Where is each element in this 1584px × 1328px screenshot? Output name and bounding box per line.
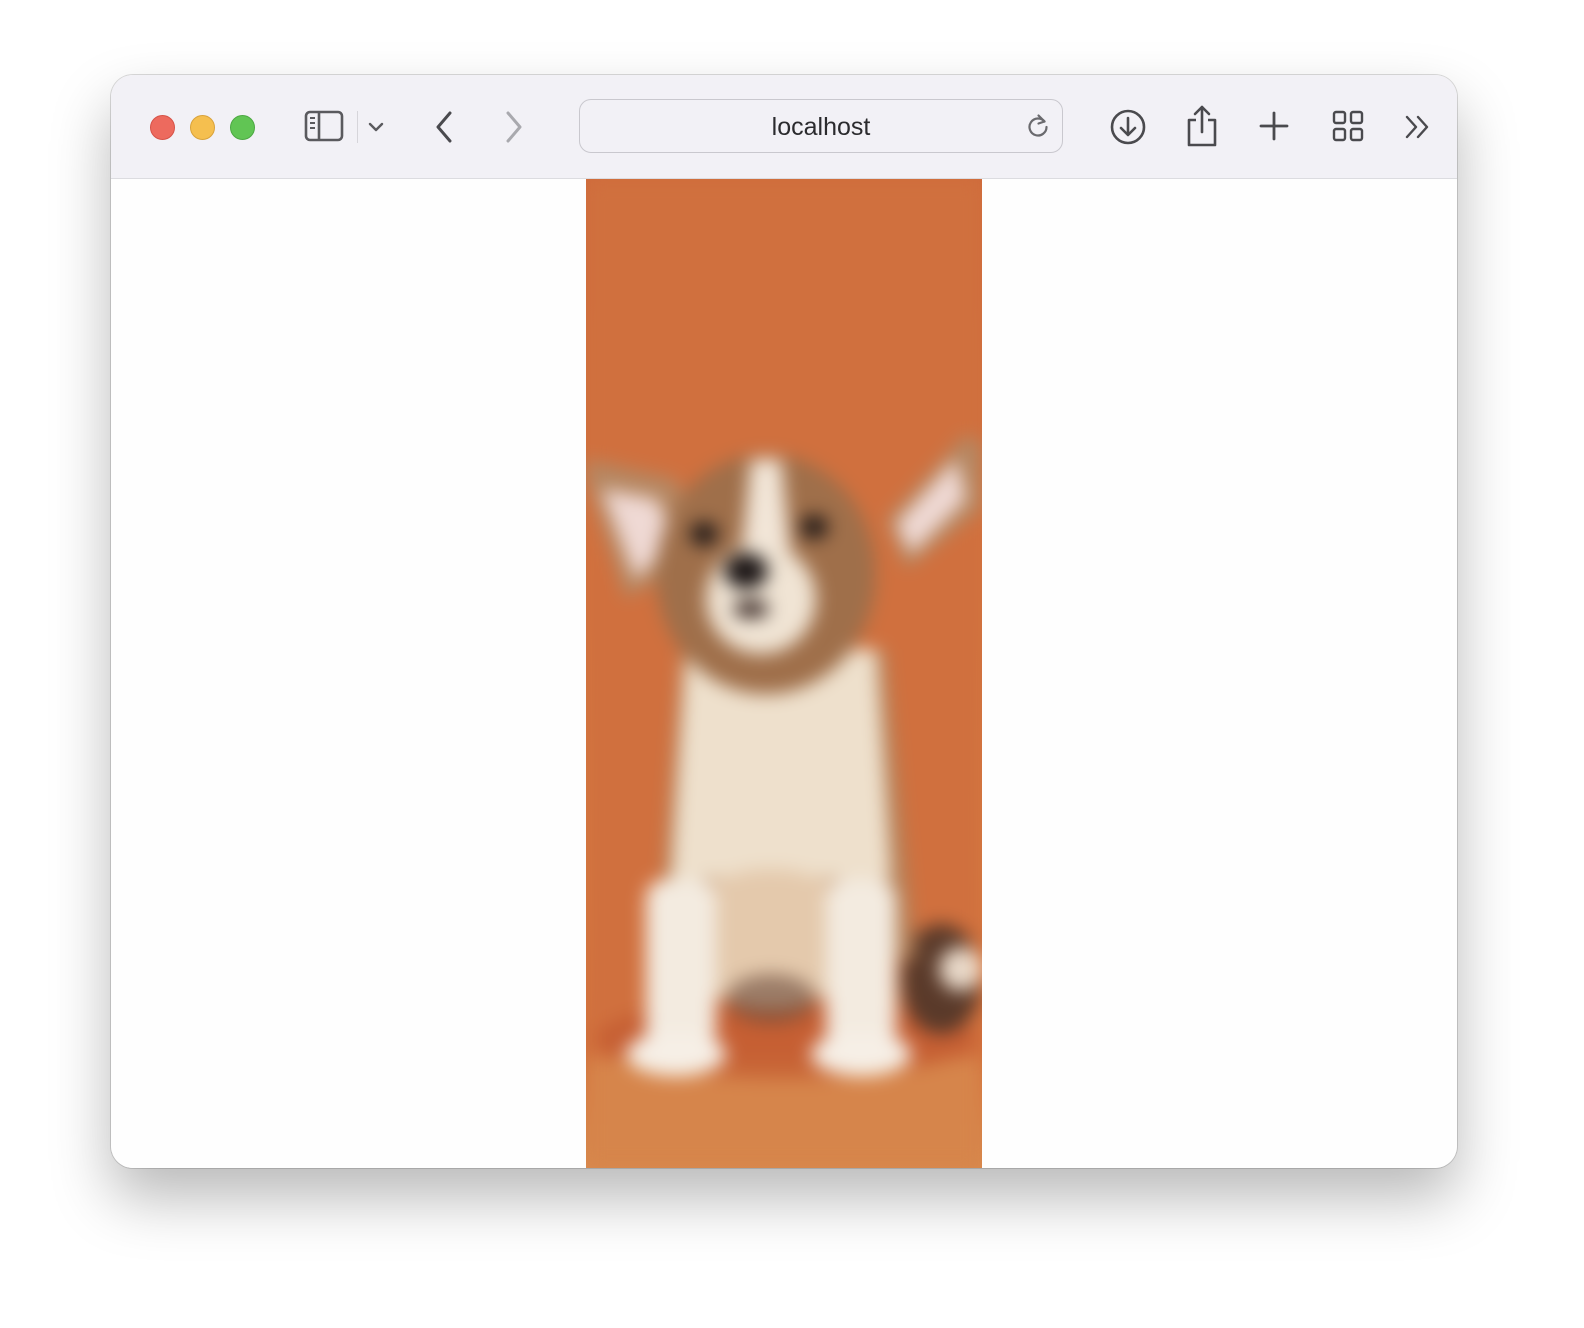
maximize-window-button[interactable]	[230, 115, 255, 140]
page-content	[111, 179, 1457, 1168]
chevron-down-icon	[368, 122, 384, 132]
toolbar-divider	[357, 111, 358, 143]
browser-toolbar: localhost	[111, 75, 1457, 179]
sidebar-icon	[304, 110, 344, 142]
sidebar-toggle-button[interactable]	[303, 108, 345, 144]
grid-icon	[1332, 110, 1364, 142]
puppy-photo	[586, 179, 982, 1168]
plus-icon	[1259, 111, 1289, 141]
new-tab-button[interactable]	[1257, 109, 1291, 143]
share-icon	[1187, 105, 1217, 147]
download-icon	[1110, 109, 1146, 145]
close-window-button[interactable]	[150, 115, 175, 140]
address-bar[interactable]: localhost	[579, 99, 1063, 153]
reload-button[interactable]	[1024, 112, 1052, 145]
share-button[interactable]	[1183, 103, 1221, 149]
puppy-illustration	[586, 179, 982, 1168]
chevron-right-icon	[506, 111, 522, 143]
chevron-left-icon	[436, 111, 452, 143]
sidebar-menu-button[interactable]	[364, 115, 388, 139]
more-toolbar-items-button[interactable]	[1401, 111, 1435, 143]
tab-overview-button[interactable]	[1331, 109, 1365, 143]
browser-window: localhost	[111, 75, 1457, 1168]
minimize-window-button[interactable]	[190, 115, 215, 140]
forward-button[interactable]	[497, 107, 531, 147]
address-bar-url: localhost	[771, 113, 871, 141]
double-chevron-right-icon	[1405, 115, 1429, 139]
back-button[interactable]	[427, 107, 461, 147]
downloads-button[interactable]	[1108, 107, 1148, 147]
reload-icon	[1028, 114, 1048, 137]
